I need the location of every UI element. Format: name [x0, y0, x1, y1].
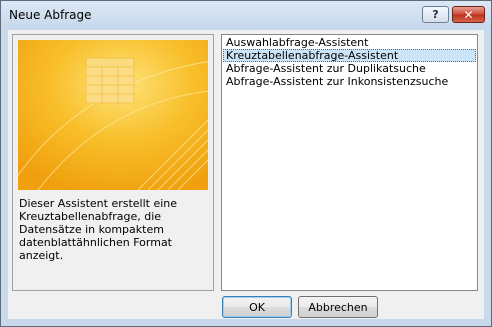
preview-image [7, 40, 219, 191]
ok-button[interactable]: OK [222, 296, 292, 318]
preview-panel: Dieser Assistent erstellt eine Kreuztabe… [7, 34, 219, 291]
list-item[interactable]: Auswahlabfrage-Assistent [223, 36, 476, 49]
list-item[interactable]: Abfrage-Assistent zur Duplikatsuche [223, 62, 476, 75]
list-item[interactable]: Abfrage-Assistent zur Inkonsistenzsuche [223, 75, 476, 88]
close-icon: ✕ [463, 7, 474, 22]
crosstab-illustration [7, 40, 219, 191]
close-button[interactable]: ✕ [452, 6, 485, 23]
window-title: Neue Abfrage [9, 8, 92, 22]
help-button[interactable]: ? [422, 6, 449, 23]
dialog-window: Neue Abfrage ? ✕ Dieser Assistent erstel… [0, 0, 492, 327]
title-bar[interactable]: Neue Abfrage ? ✕ [1, 1, 491, 30]
help-icon: ? [432, 8, 439, 21]
wizard-list[interactable]: Auswahlabfrage-Assistent Kreuztabellenab… [221, 34, 478, 291]
wizard-description: Dieser Assistent erstellt eine Kreuztabe… [19, 197, 178, 262]
list-item[interactable]: Kreuztabellenabfrage-Assistent [223, 49, 476, 62]
dialog-body: Dieser Assistent erstellt eine Kreuztabe… [7, 30, 484, 319]
cancel-button[interactable]: Abbrechen [298, 296, 378, 318]
